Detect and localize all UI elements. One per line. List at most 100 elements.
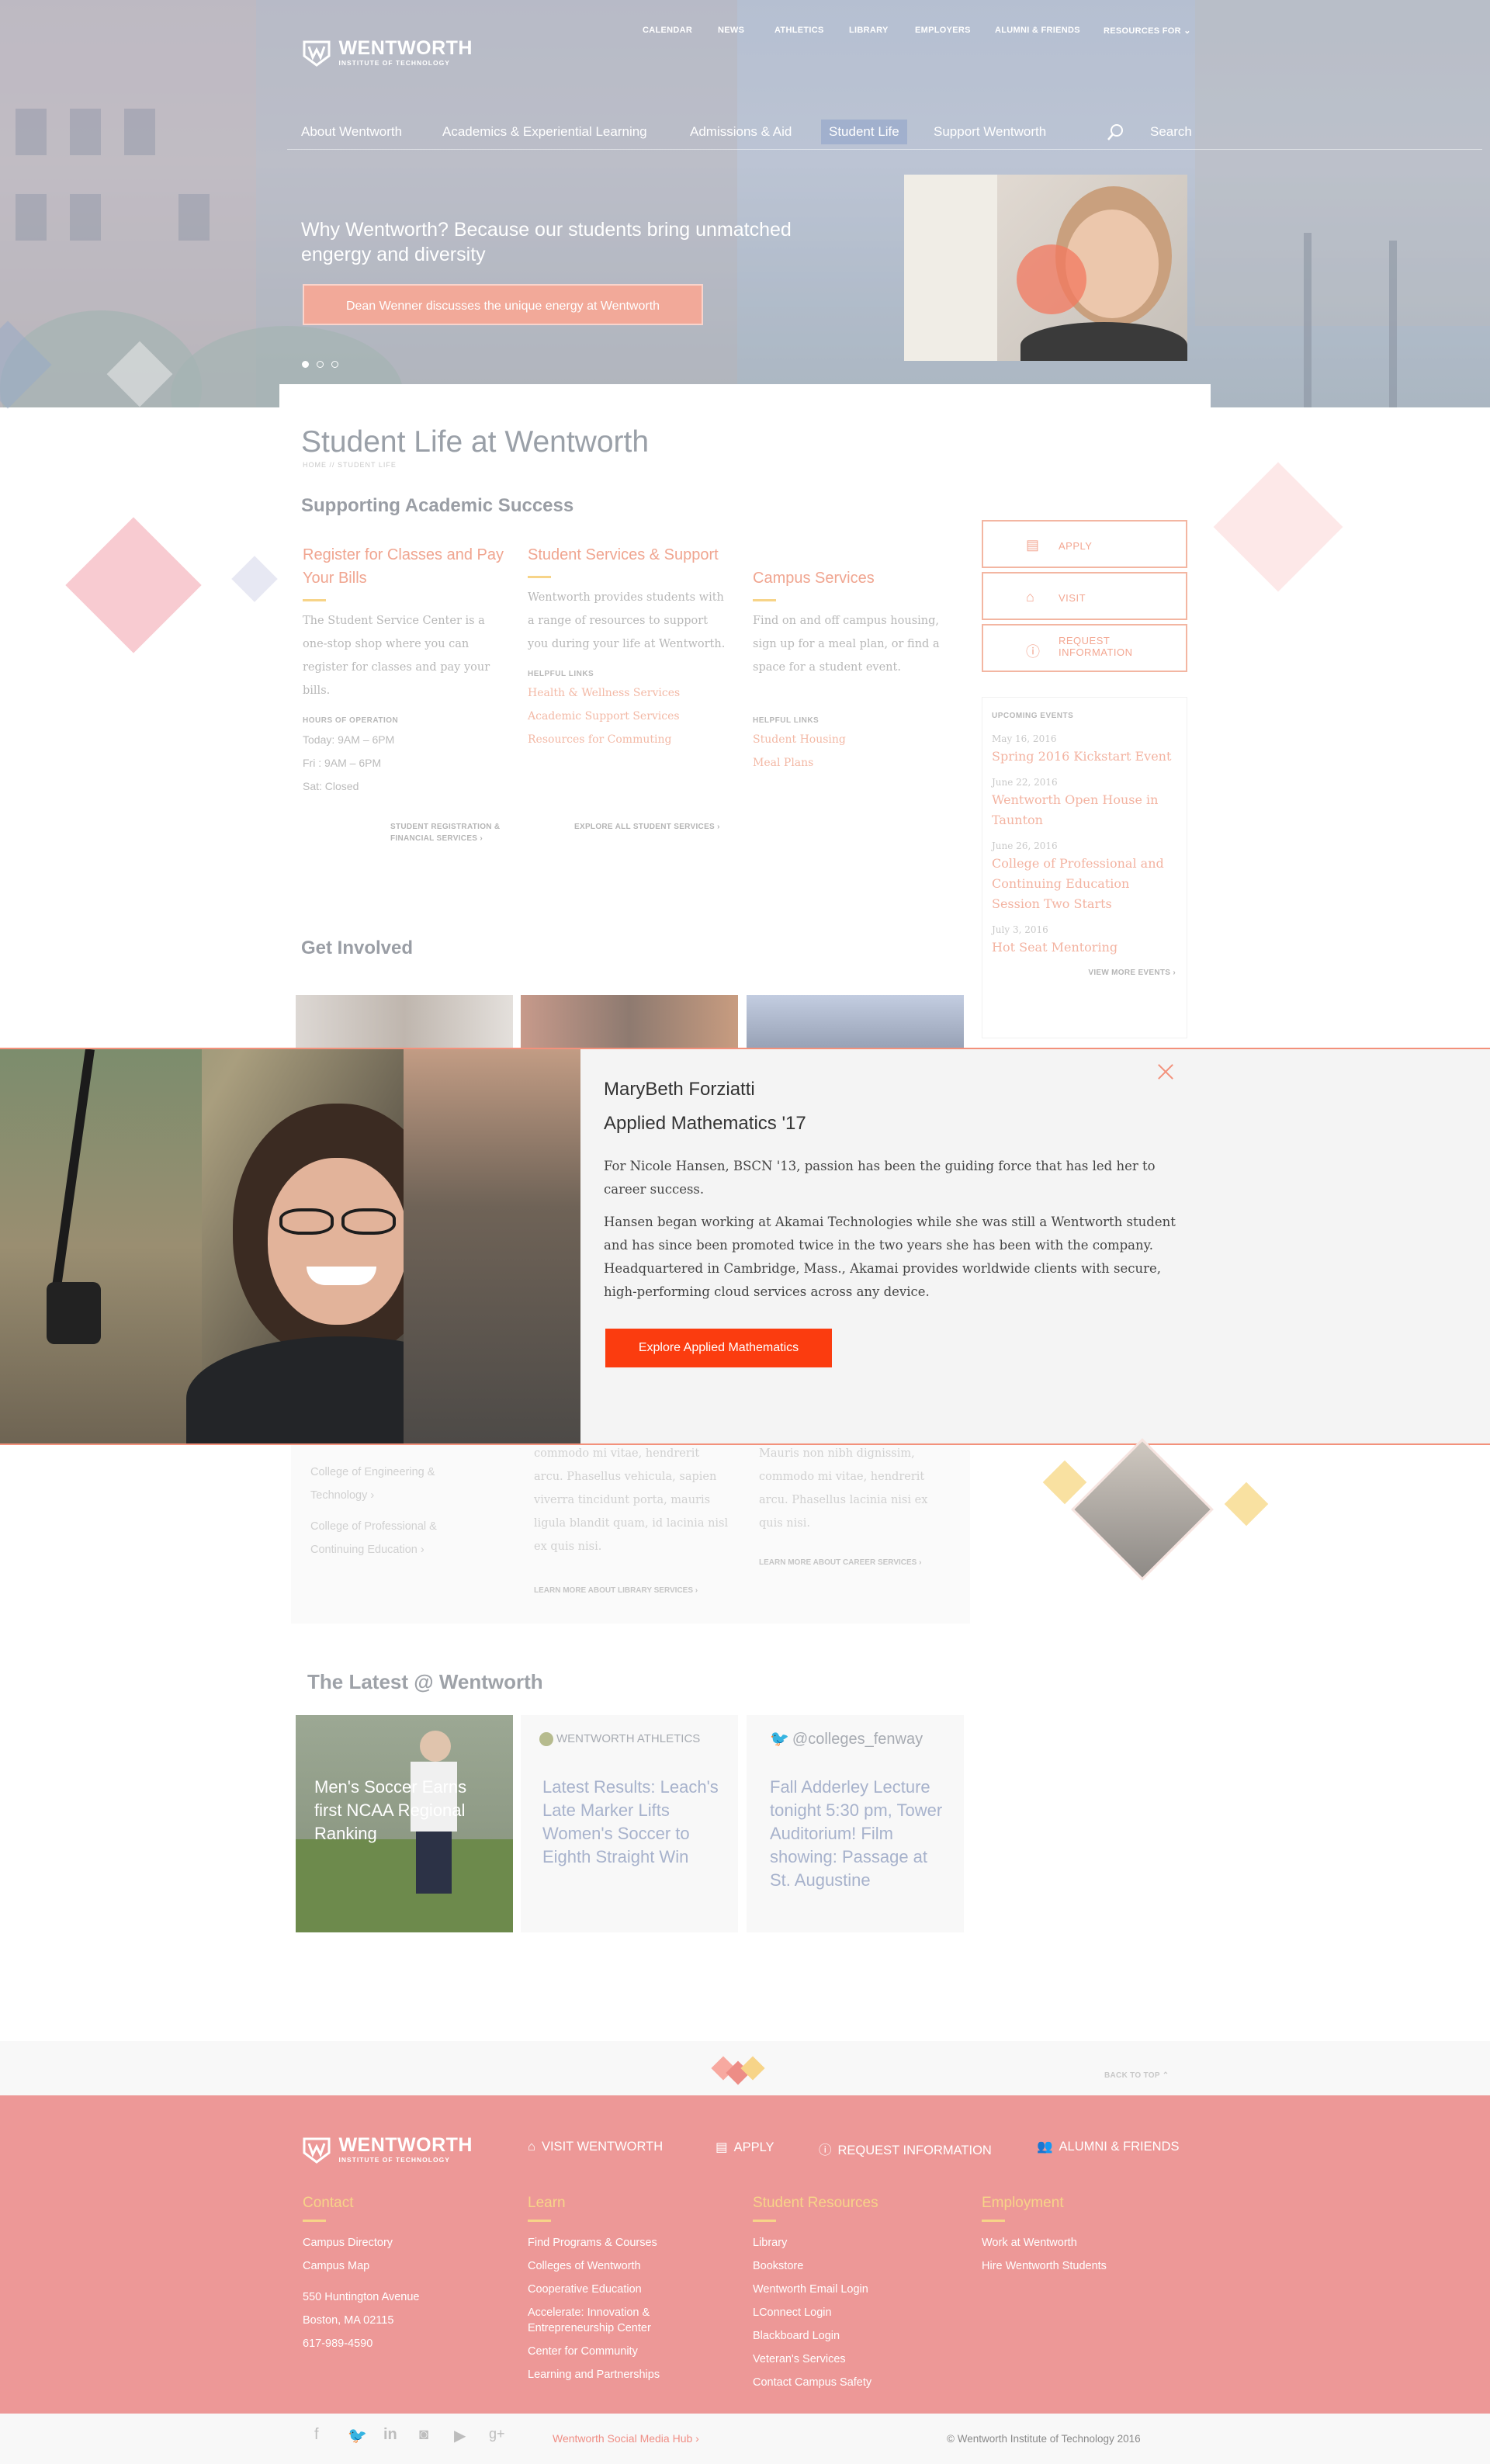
twitter-icon[interactable]: 🐦 — [348, 2426, 367, 2445]
event-link[interactable]: Hot Seat Mentoring — [992, 937, 1177, 958]
footer-request-link[interactable]: ⓘ REQUEST INFORMATION — [819, 2140, 992, 2158]
link-health[interactable]: Health & Wellness Services — [528, 681, 729, 705]
back-to-top-link[interactable]: BACK TO TOP ⌃ — [1104, 2070, 1169, 2081]
footer-col-resources: Student Resources Library Bookstore Went… — [753, 2195, 931, 2394]
link-college-professional[interactable]: College of Professional & Continuing Edu… — [310, 1515, 473, 1561]
column-title[interactable]: Student Services & Support — [528, 543, 729, 567]
helpful-links-label: HELPFUL LINKS — [528, 670, 594, 678]
back-to-top-label: BACK TO TOP — [1104, 2071, 1160, 2080]
footer-apply-link[interactable]: ▤ APPLY — [716, 2140, 774, 2155]
link-commuting[interactable]: Resources for Commuting — [528, 728, 729, 751]
page-title: Student Life at Wentworth — [301, 425, 650, 459]
footer-visit-link[interactable]: ⌂ VISIT WENTWORTH — [528, 2140, 663, 2154]
nav-academics[interactable]: Academics & Experiential Learning — [442, 124, 647, 140]
link-housing[interactable]: Student Housing — [753, 728, 955, 751]
hero-video-button[interactable]: Dean Wenner discusses the unique energy … — [303, 284, 703, 325]
wentworth-logo[interactable]: WENTWORTH INSTITUTE OF TECHNOLOGY — [303, 39, 473, 69]
search-icon[interactable] — [1105, 123, 1125, 143]
footer-link[interactable]: Blackboard Login — [753, 2324, 931, 2348]
involved-thumb[interactable] — [296, 995, 513, 1048]
link-academic-support[interactable]: Academic Support Services — [528, 705, 729, 728]
visit-button[interactable]: ⌂ VISIT — [982, 572, 1187, 620]
more-registration-link[interactable]: STUDENT REGISTRATION & FINANCIAL SERVICE… — [390, 821, 515, 844]
column-title[interactable]: Campus Services — [753, 567, 955, 590]
explore-program-button[interactable]: Explore Applied Mathematics — [605, 1329, 832, 1367]
carousel-dot[interactable] — [317, 361, 324, 368]
footer-link[interactable]: Work at Wentworth — [982, 2231, 1160, 2254]
social-hub-link[interactable]: Wentworth Social Media Hub › — [553, 2432, 699, 2445]
twitter-icon: 🐦 — [770, 1731, 789, 1748]
util-employers[interactable]: EMPLOYERS — [915, 26, 971, 35]
nav-support[interactable]: Support Wentworth — [934, 124, 1046, 140]
involved-thumb[interactable] — [747, 995, 964, 1048]
logo-subtitle: INSTITUTE OF TECHNOLOGY — [338, 59, 450, 67]
footer-alumni-link[interactable]: 👥 ALUMNI & FRIENDS — [1037, 2140, 1179, 2154]
library-more-link[interactable]: LEARN MORE ABOUT LIBRARY SERVICES › — [534, 1586, 698, 1595]
footer-link[interactable]: Learning and Partnerships — [528, 2363, 706, 2386]
footer-link[interactable]: Campus Directory — [303, 2231, 481, 2254]
footer-logo[interactable]: WENTWORTH INSTITUTE OF TECHNOLOGY — [303, 2136, 473, 2166]
nav-admissions[interactable]: Admissions & Aid — [690, 124, 792, 140]
column-student-services: Student Services & Support Wentworth pro… — [528, 543, 729, 751]
youtube-icon[interactable]: ▶ — [454, 2426, 466, 2445]
facebook-icon[interactable]: f — [314, 2426, 319, 2444]
column-text: Wentworth provides students with a range… — [528, 591, 726, 650]
nav-divider — [287, 149, 1482, 150]
footer-link[interactable]: Library — [753, 2231, 931, 2254]
source-label: WENTWORTH ATHLETICS — [556, 1732, 701, 1745]
event-link[interactable]: College of Professional and Continuing E… — [992, 854, 1177, 914]
footer-link[interactable]: Cooperative Education — [528, 2278, 706, 2301]
info-icon: ⓘ — [819, 2143, 832, 2157]
event-link[interactable]: Wentworth Open House in Taunton — [992, 790, 1177, 830]
event-date: May 16, 2016 — [992, 733, 1057, 744]
apply-button[interactable]: ▤ APPLY — [982, 520, 1187, 568]
carousel-dot[interactable] — [331, 361, 338, 368]
view-more-events-link[interactable]: VIEW MORE EVENTS › — [992, 967, 1177, 979]
footer-link[interactable]: Center for Community — [528, 2340, 706, 2363]
close-icon[interactable] — [1156, 1062, 1175, 1080]
google-plus-icon[interactable]: g+ — [489, 2426, 505, 2442]
util-news[interactable]: NEWS — [718, 26, 744, 35]
util-alumni[interactable]: ALUMNI & FRIENDS — [995, 26, 1080, 35]
footer-link[interactable]: Accelerate: Innovation & Entrepreneurshi… — [528, 2305, 706, 2336]
footer-link[interactable]: Contact Campus Safety — [753, 2371, 931, 2394]
carousel-dot[interactable] — [302, 361, 309, 368]
news-tile-twitter[interactable]: 🐦 @colleges_fenway Fall Adderley Lecture … — [747, 1715, 964, 1932]
footer-link[interactable]: Campus Map — [303, 2254, 481, 2278]
more-student-services-link[interactable]: EXPLORE ALL STUDENT SERVICES › — [574, 821, 720, 833]
footer-link[interactable]: Bookstore — [753, 2254, 931, 2278]
util-resources-for[interactable]: RESOURCES FOR ⌄ — [1104, 26, 1191, 36]
instagram-icon[interactable]: ◙ — [419, 2426, 428, 2444]
logo-subtitle: INSTITUTE OF TECHNOLOGY — [338, 2156, 450, 2164]
footer-link[interactable]: LConnect Login — [753, 2301, 931, 2324]
util-calendar[interactable]: CALENDAR — [643, 26, 692, 35]
util-library[interactable]: LIBRARY — [849, 26, 889, 35]
career-more-link[interactable]: LEARN MORE ABOUT CAREER SERVICES › — [759, 1558, 921, 1567]
footer-col-title: Student Resources — [753, 2195, 878, 2211]
news-tile-soccer[interactable]: Men's Soccer Earns first NCAA Regional R… — [296, 1715, 513, 1932]
involved-thumb[interactable] — [521, 995, 738, 1048]
footer-link[interactable]: Wentworth Email Login — [753, 2278, 931, 2301]
footer-bottom-bar — [0, 2414, 1490, 2464]
nav-about[interactable]: About Wentworth — [301, 124, 402, 140]
building-icon: ⌂ — [528, 2140, 535, 2154]
search-link[interactable]: Search — [1150, 124, 1192, 140]
column-title[interactable]: Register for Classes and Pay Your Bills — [303, 543, 504, 590]
nav-student-life[interactable]: Student Life — [821, 120, 907, 144]
breadcrumb[interactable]: HOME // STUDENT LIFE — [303, 461, 397, 469]
document-icon: ▤ — [1026, 537, 1040, 553]
footer-link[interactable]: Hire Wentworth Students — [982, 2254, 1160, 2278]
request-info-button[interactable]: ⓘ REQUEST INFORMATION — [982, 624, 1187, 672]
phone-link[interactable]: 617-989-4590 — [303, 2332, 481, 2355]
link-meal-plans[interactable]: Meal Plans — [753, 751, 955, 775]
link-college-engineering[interactable]: College of Engineering & Technology › — [310, 1461, 473, 1507]
linkedin-icon[interactable]: in — [383, 2426, 397, 2444]
address-street: 550 Huntington Avenue — [303, 2291, 420, 2303]
footer-link[interactable]: Find Programs & Courses — [528, 2231, 706, 2254]
util-athletics[interactable]: ATHLETICS — [774, 26, 824, 35]
footer-link[interactable]: Colleges of Wentworth — [528, 2254, 706, 2278]
event-link[interactable]: Spring 2016 Kickstart Event — [992, 747, 1177, 767]
news-tile-athletics[interactable]: WENTWORTH ATHLETICS Latest Results: Leac… — [521, 1715, 738, 1932]
footer-link[interactable]: Veteran's Services — [753, 2348, 931, 2371]
event-date: June 26, 2016 — [992, 840, 1058, 851]
